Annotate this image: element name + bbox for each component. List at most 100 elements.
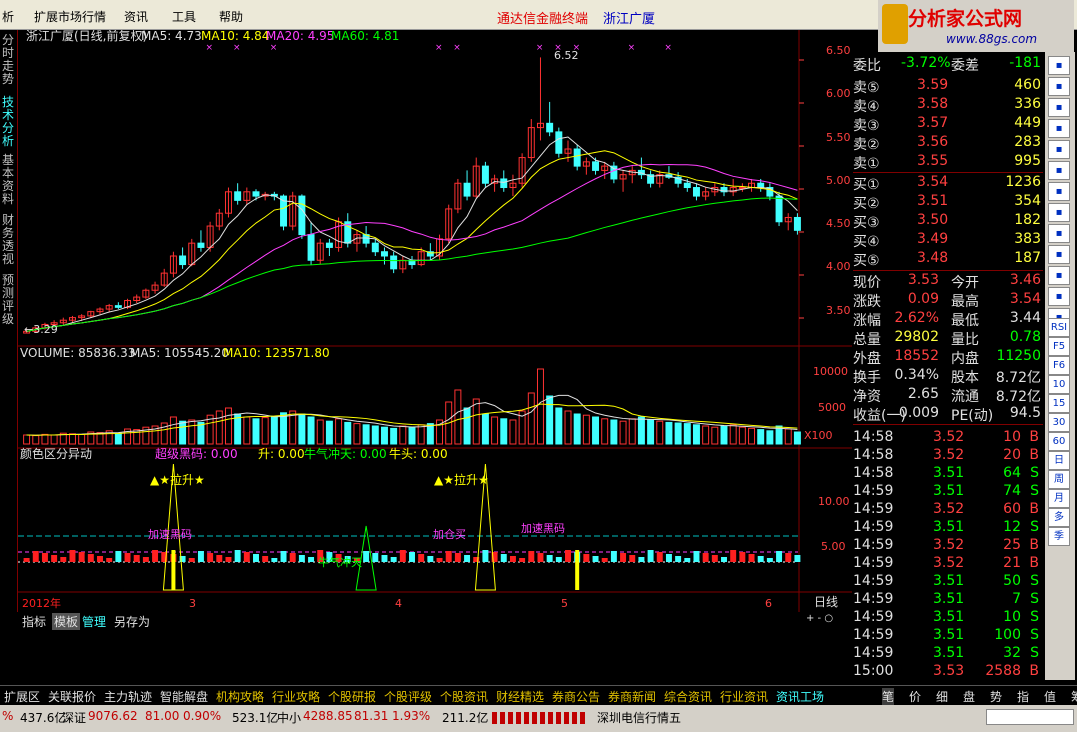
nav-16[interactable]: 价 [909, 688, 921, 705]
ind-bar [766, 558, 773, 562]
nav-19[interactable]: 势 [990, 688, 1002, 705]
tab-indicator[interactable]: 指标 [22, 613, 46, 630]
side-tool-icon[interactable]: ▪ [1048, 203, 1070, 222]
tab-template[interactable]: 模板 [52, 613, 81, 630]
side-tool-icon[interactable]: ▪ [1048, 98, 1070, 117]
tick-row-cell: 3.52 [933, 501, 965, 517]
period-button-F6[interactable]: F6 [1048, 356, 1070, 375]
stat-row-cell: PE(动) [951, 408, 994, 424]
tick-row: 14:59 3.51 50 S [853, 572, 1043, 591]
side-tool-icon[interactable]: ▪ [1048, 77, 1070, 96]
nav-1[interactable]: 关联报价 [48, 688, 96, 705]
nav-14[interactable]: 资讯工场 [776, 688, 824, 705]
nav-0[interactable]: 扩展区 [4, 688, 40, 705]
side-tool-icon[interactable]: ▪ [1048, 182, 1070, 201]
side-tool-icon[interactable]: ▪ [1048, 161, 1070, 180]
nav-13[interactable]: 行业资讯 [720, 688, 768, 705]
ma10-label: MA10: 4.84 [201, 30, 269, 43]
vtab-forecast[interactable]: 预测评级 [2, 274, 16, 326]
tick-row-cell: 3.51 [933, 645, 965, 661]
nav-7[interactable]: 个股评级 [384, 688, 432, 705]
period-label[interactable]: 日线 [814, 595, 838, 609]
ytick-400: 4.00 [826, 260, 851, 273]
ind-column [171, 550, 176, 590]
menu-analysis[interactable]: 析 [2, 8, 14, 25]
tick-row-cell: S [1030, 483, 1039, 499]
nav-22[interactable]: 筹 [1071, 688, 1077, 705]
period-button-30[interactable]: 30 [1048, 413, 1070, 432]
kline-chart[interactable]: × × × × × × × × × × 浙江广厦(日线,前复权) MA5: 4.73 MA10: … [18, 30, 852, 612]
nav-8[interactable]: 个股资讯 [440, 688, 488, 705]
ask-row-cell: 449 [1014, 115, 1041, 131]
tab-manage[interactable]: 管理 [82, 613, 106, 630]
vtab-finance[interactable]: 财务透视 [2, 214, 16, 266]
period-button-多[interactable]: 多 [1048, 508, 1070, 527]
menu-ext-market[interactable]: 扩展市场行情 [34, 8, 106, 25]
ask-row-cell: 3.57 [917, 115, 949, 131]
ind-bar [271, 558, 278, 562]
side-tool-icon[interactable]: ▪ [1048, 245, 1070, 264]
nav-20[interactable]: 指 [1017, 688, 1029, 705]
status-icons [986, 709, 1074, 725]
stat-row: 涨跌 0.09 最高 3.54 [853, 290, 1043, 310]
status-zx-label: 中小 [277, 711, 302, 725]
nav-18[interactable]: 盘 [963, 688, 975, 705]
side-tool-icon[interactable]: ▪ [1048, 119, 1070, 138]
volume-bar [637, 416, 645, 445]
side-tool-icon[interactable]: ▪ [1048, 287, 1070, 306]
signal-lasheng-2: ▲★拉升★ [434, 472, 489, 487]
tick-row-cell: 15:00 [853, 663, 894, 679]
nav-21[interactable]: 值 [1044, 688, 1056, 705]
period-button-季[interactable]: 季 [1048, 527, 1070, 546]
side-tool-icon[interactable]: ▪ [1048, 140, 1070, 159]
ind-bar [684, 558, 691, 562]
nav-10[interactable]: 券商公告 [552, 688, 600, 705]
zoom-controls-icon[interactable]: + - ○ [806, 613, 833, 624]
menu-help[interactable]: 帮助 [219, 8, 243, 25]
volume-bar [757, 429, 765, 445]
ind-bar [124, 553, 131, 562]
nav-6[interactable]: 个股研报 [328, 688, 376, 705]
tick-row-cell: S [1030, 573, 1039, 589]
period-button-日[interactable]: 日 [1048, 451, 1070, 470]
stat-row-cell: 现价 [853, 275, 881, 291]
volume-bar [573, 413, 581, 445]
nav-15[interactable]: 笔 [882, 688, 895, 705]
volume-bar [766, 430, 774, 445]
nav-11[interactable]: 券商新闻 [608, 688, 656, 705]
ytick-350: 3.50 [826, 304, 851, 317]
vtab-intraday[interactable]: 分时走势 [2, 34, 16, 86]
nav-5[interactable]: 行业攻略 [272, 688, 320, 705]
period-button-60[interactable]: 60 [1048, 432, 1070, 451]
volume-bar [335, 418, 343, 445]
volume-bar [564, 410, 572, 445]
tab-saveas[interactable]: 另存为 [114, 613, 150, 630]
volume-bar [188, 419, 196, 445]
period-button-F5[interactable]: F5 [1048, 337, 1070, 356]
star-marker: × [435, 43, 443, 53]
menu-info[interactable]: 资讯 [124, 8, 148, 25]
side-tool-icon[interactable]: ▪ [1048, 224, 1070, 243]
nav-2[interactable]: 主力轨迹 [104, 688, 152, 705]
vtab-fundamental[interactable]: 基本资料 [2, 154, 16, 206]
nav-17[interactable]: 细 [936, 688, 948, 705]
status-sz-label: 深证 [62, 711, 87, 725]
side-tool-icon[interactable]: ▪ [1048, 56, 1070, 75]
nav-4[interactable]: 机构攻略 [216, 688, 264, 705]
price-header: 浙江广厦(日线,前复权) [26, 30, 147, 43]
period-button-月[interactable]: 月 [1048, 489, 1070, 508]
nav-3[interactable]: 智能解盘 [160, 688, 208, 705]
period-button-15[interactable]: 15 [1048, 394, 1070, 413]
menu-tools[interactable]: 工具 [172, 8, 196, 25]
volume-bar [463, 407, 471, 445]
ind-bar [207, 553, 214, 562]
vtab-technical[interactable]: 技术分析 [2, 96, 16, 148]
xaxis-5: 5 [561, 597, 568, 610]
period-button-RSI[interactable]: RSI [1048, 318, 1070, 337]
nav-12[interactable]: 综合资讯 [664, 688, 712, 705]
nav-9[interactable]: 财经精选 [496, 688, 544, 705]
period-button-周[interactable]: 周 [1048, 470, 1070, 489]
ind-bar [601, 558, 608, 562]
period-button-10[interactable]: 10 [1048, 375, 1070, 394]
side-tool-icon[interactable]: ▪ [1048, 266, 1070, 285]
